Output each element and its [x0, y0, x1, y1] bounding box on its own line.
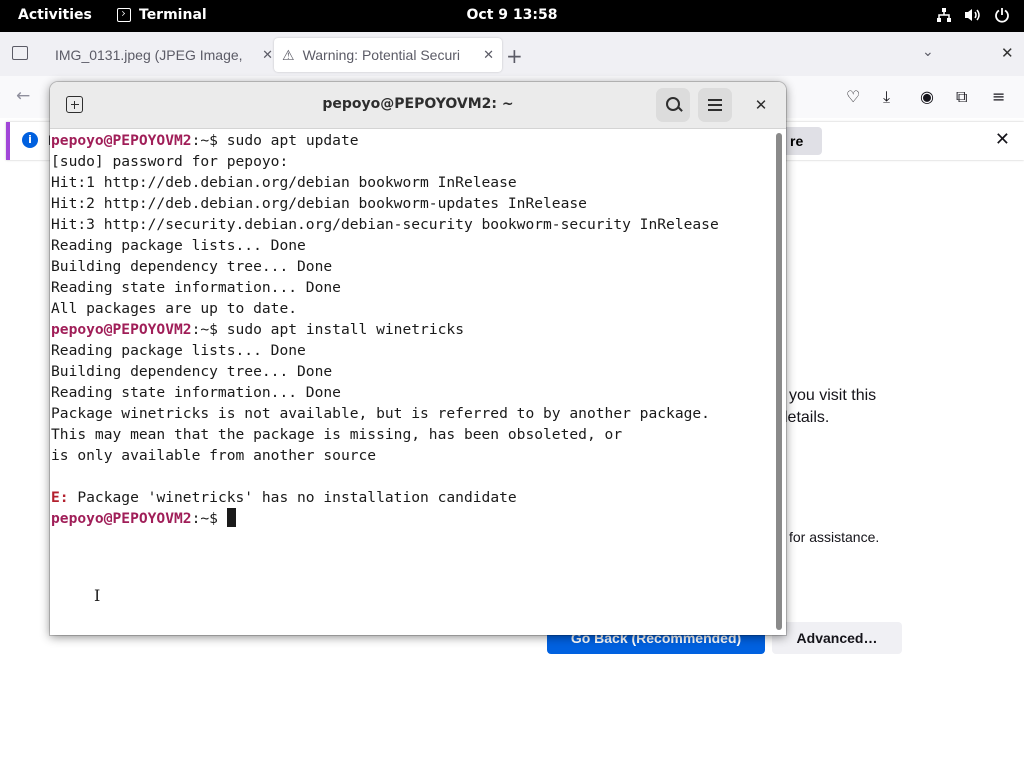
- terminal-output[interactable]: pepoyo@PEPOYOVM2:~$ sudo apt update [sud…: [50, 129, 774, 635]
- tab-strip: IMG_0131.jpeg (JPEG Image, ✕ ⚠ Warning: …: [0, 32, 1024, 76]
- command-line: pepoyo@PEPOYOVM2:~$ sudo apt install win…: [51, 319, 774, 340]
- terminal-icon: [117, 8, 131, 22]
- prompt-path: :~$: [191, 510, 227, 527]
- tab-image[interactable]: IMG_0131.jpeg (JPEG Image, ✕: [44, 38, 281, 72]
- command-text: sudo apt update: [226, 132, 359, 149]
- output-line: Reading package lists... Done: [51, 237, 306, 254]
- top-bar: Activities Terminal Oct 9 13:58: [0, 0, 1024, 32]
- tab-label: Warning: Potential Securi: [302, 47, 461, 63]
- warning-text: you visit this: [789, 387, 877, 404]
- close-window-icon[interactable]: ✕: [1001, 44, 1014, 62]
- clock[interactable]: Oct 9 13:58: [467, 7, 558, 23]
- error-text: Package 'winetricks' has no installation…: [68, 489, 517, 506]
- terminal-headerbar[interactable]: pepoyo@PEPOYOVM2: ~ ✕: [50, 82, 786, 129]
- output-line: Hit:2 http://deb.debian.org/debian bookw…: [51, 195, 587, 212]
- app-menu-button[interactable]: Terminal: [117, 7, 207, 23]
- output-line: Reading state information... Done: [51, 384, 341, 401]
- command-line: pepoyo@PEPOYOVM2:~$ sudo apt update: [51, 130, 774, 151]
- system-tray[interactable]: [936, 7, 1010, 23]
- close-tab-icon[interactable]: ✕: [483, 47, 494, 63]
- close-tab-icon[interactable]: ✕: [262, 47, 273, 63]
- search-button[interactable]: [656, 88, 690, 122]
- text-cursor: [226, 508, 236, 527]
- power-icon: [995, 8, 1009, 23]
- menu-button[interactable]: [698, 88, 732, 122]
- command-text: sudo apt install winetricks: [226, 321, 464, 338]
- error-label: E:: [51, 489, 69, 506]
- prompt-user: pepoyo@PEPOYOVM2: [51, 321, 192, 338]
- output-line: Building dependency tree... Done: [51, 258, 333, 275]
- notice-action-button[interactable]: re: [780, 127, 822, 155]
- mouse-ibeam-cursor-icon: I: [94, 586, 101, 605]
- output-line: Hit:3 http://security.debian.org/debian-…: [51, 216, 719, 233]
- prompt-path: :~$: [191, 132, 227, 149]
- hamburger-menu-icon[interactable]: ≡: [992, 87, 1005, 106]
- back-arrow-icon[interactable]: ←: [16, 86, 30, 106]
- tab-warning[interactable]: ⚠ Warning: Potential Securi ✕: [274, 38, 502, 72]
- network-icon: [937, 8, 951, 22]
- output-line: Reading state information... Done: [51, 279, 341, 296]
- output-line: All packages are up to date.: [51, 300, 298, 317]
- output-line: Reading package lists... Done: [51, 342, 306, 359]
- prompt-user: pepoyo@PEPOYOVM2: [51, 510, 192, 527]
- info-icon: i: [22, 132, 38, 148]
- close-notice-icon[interactable]: ✕: [995, 129, 1010, 150]
- account-icon[interactable]: ◉: [920, 87, 934, 106]
- terminal-window[interactable]: pepoyo@PEPOYOVM2: ~ ✕ pepoyo@PEPOYOVM2:~…: [50, 82, 786, 635]
- prompt-path: :~$: [191, 321, 227, 338]
- app-name: Terminal: [139, 7, 207, 23]
- warning-icon: ⚠: [282, 46, 295, 63]
- output-line: Hit:1 http://deb.debian.org/debian bookw…: [51, 174, 517, 191]
- close-button[interactable]: ✕: [749, 93, 773, 117]
- scrollbar[interactable]: [774, 129, 786, 635]
- output-line: is only available from another source: [51, 447, 377, 464]
- prompt-user: pepoyo@PEPOYOVM2: [51, 132, 192, 149]
- new-tab-button[interactable]: +: [506, 44, 523, 68]
- output-line: Building dependency tree... Done: [51, 363, 333, 380]
- warning-text-details: letails.: [784, 409, 830, 426]
- advanced-button[interactable]: Advanced…: [772, 622, 902, 654]
- firefox-view-icon[interactable]: [12, 46, 28, 60]
- activities-button[interactable]: Activities: [18, 7, 92, 23]
- scrollbar-thumb[interactable]: [776, 133, 782, 630]
- volume-icon: [965, 9, 980, 21]
- output-line: Package winetricks is not available, but…: [51, 405, 710, 422]
- list-all-tabs-icon[interactable]: ⌄: [922, 44, 934, 60]
- output-line: [sudo] password for pepoyo:: [51, 153, 289, 170]
- pocket-icon[interactable]: ♡: [846, 87, 860, 106]
- tab-label: IMG_0131.jpeg (JPEG Image,: [55, 47, 243, 63]
- output-line: This may mean that the package is missin…: [51, 426, 623, 443]
- command-line: pepoyo@PEPOYOVM2:~$: [51, 508, 774, 529]
- extensions-icon[interactable]: ⧉: [956, 87, 967, 107]
- download-icon[interactable]: ⤓: [883, 87, 890, 107]
- assistance-text: for assistance.: [789, 529, 880, 545]
- error-line: E: Package 'winetricks' has no installat…: [51, 487, 774, 508]
